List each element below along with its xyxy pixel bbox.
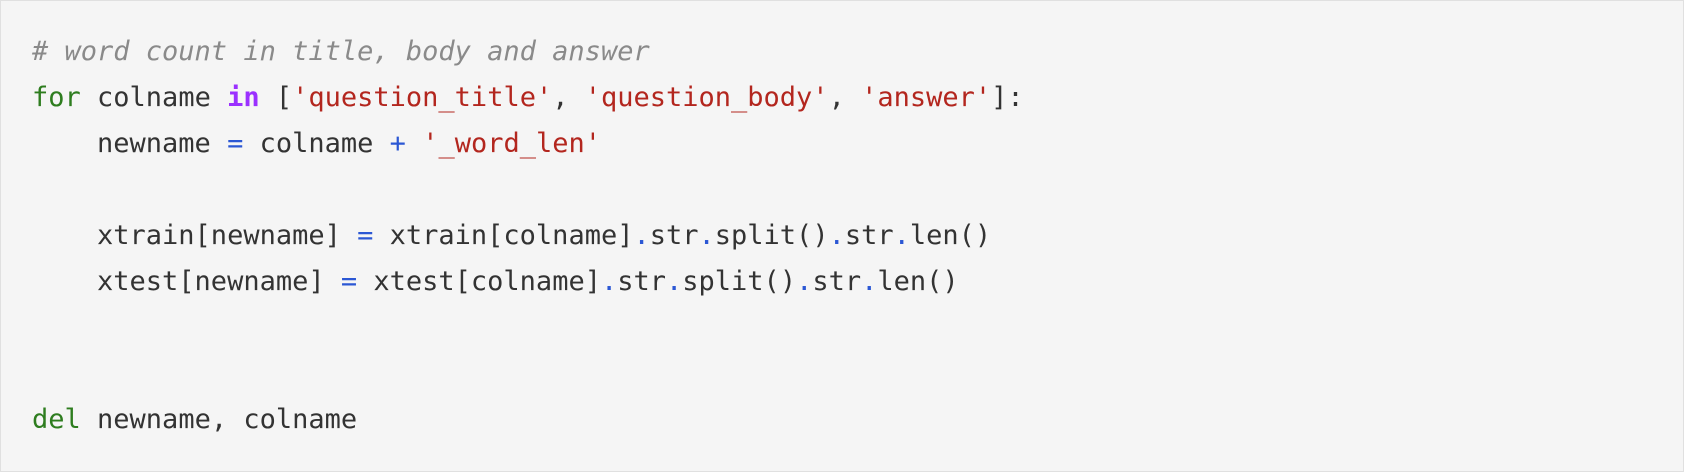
code-token-plain: str <box>812 266 862 297</box>
code-token-dot: . <box>600 266 618 297</box>
code-token-plain: colname <box>80 82 228 113</box>
code-token-plain: len() <box>909 220 992 251</box>
code-token-op: = <box>357 220 374 251</box>
code-line: # word count in title, body and answer <box>32 32 650 72</box>
code-token-plain: str <box>649 220 699 251</box>
code-token-kw: for <box>32 82 81 113</box>
code-line: del newname, colname <box>32 400 357 440</box>
code-token-plain: xtest[colname] <box>357 266 601 297</box>
code-token-plain: newname, colname <box>80 404 358 435</box>
code-token-kw: del <box>32 404 81 435</box>
code-token-str: 'answer' <box>861 82 992 113</box>
code-token-plain: split() <box>682 266 797 297</box>
code-token-plain: xtrain[colname] <box>373 220 634 251</box>
code-token-dot: . <box>666 266 683 297</box>
code-token-op: = <box>227 128 244 159</box>
code-line: xtrain[newname] = xtrain[colname].str.sp… <box>32 216 991 256</box>
code-token-plain: [ <box>259 82 293 113</box>
code-token-kw-in: in <box>227 82 260 113</box>
code-token-plain: , <box>828 82 862 113</box>
code-token-plain: ]: <box>991 82 1024 113</box>
code-token-str: 'question_title' <box>292 82 553 113</box>
code-cell[interactable]: # word count in title, body and answer f… <box>0 0 1684 472</box>
code-token-dot: . <box>828 220 845 251</box>
code-line: for colname in ['question_title', 'quest… <box>32 78 1024 118</box>
code-token-plain: , <box>552 82 585 113</box>
code-token-plain: xtrain[newname] <box>32 220 358 251</box>
code-token-dot: . <box>893 220 910 251</box>
code-token-dot: . <box>698 220 715 251</box>
code-token-comment: # word count in title, body and answer <box>32 36 650 67</box>
code-token-plain: colname <box>243 128 390 159</box>
code-token-plain: newname <box>32 128 228 159</box>
code-token-plain: xtest[newname] <box>32 266 341 297</box>
code-token-plain: len() <box>877 266 959 297</box>
code-token-dot: . <box>633 220 650 251</box>
code-token-op: = <box>340 266 358 297</box>
code-token-plain: str <box>844 220 894 251</box>
code-token-str: 'question_body' <box>584 82 829 113</box>
code-line: xtest[newname] = xtest[colname].str.spli… <box>32 262 959 302</box>
code-token-str: '_word_len' <box>422 128 601 159</box>
code-token-plain: str <box>617 266 667 297</box>
code-token-dot: . <box>796 266 813 297</box>
code-token-plain: split() <box>714 220 829 251</box>
code-line: newname = colname + '_word_len' <box>32 124 601 164</box>
code-token-dot: . <box>861 266 878 297</box>
code-token-op: + <box>389 128 406 159</box>
